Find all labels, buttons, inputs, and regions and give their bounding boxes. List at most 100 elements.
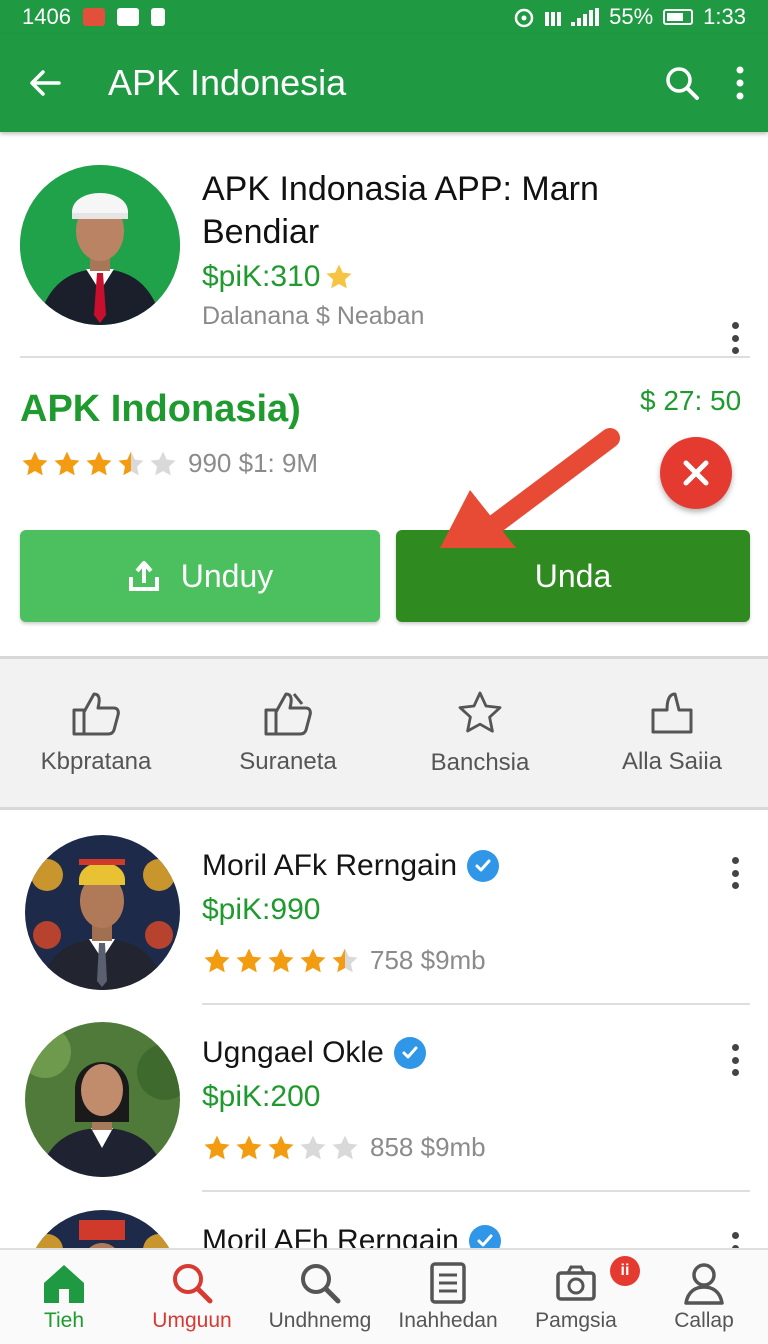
- action-label: Kbpratana: [40, 748, 152, 775]
- nav-pamgsia[interactable]: ii Pamgsia: [512, 1250, 640, 1344]
- action-suraneta[interactable]: Suraneta: [198, 690, 378, 776]
- list-item[interactable]: Ugngael Okle $piK:200 858 $9mb: [0, 1022, 768, 1210]
- rating-stars: [202, 1133, 360, 1163]
- star-empty-icon: [332, 1135, 358, 1159]
- action-kbpratana[interactable]: Kbpratana: [6, 690, 186, 776]
- nav-inahhedan[interactable]: Inahhedan: [384, 1250, 512, 1344]
- back-button[interactable]: [0, 34, 90, 132]
- action-alla-saiia[interactable]: Alla Saiia: [582, 690, 762, 776]
- action-label: Banchsia: [430, 749, 530, 776]
- star-filled-icon: [268, 948, 294, 972]
- search-icon[interactable]: [664, 65, 700, 101]
- star-filled-icon: [300, 948, 326, 972]
- nav-label: Pamgsia: [535, 1309, 617, 1332]
- close-button[interactable]: [660, 437, 732, 509]
- nav-label: Inahhedan: [398, 1309, 498, 1332]
- rating-stars: [202, 946, 360, 976]
- status-left-text: 1406: [22, 4, 71, 29]
- more-vert-icon[interactable]: [720, 853, 750, 893]
- person-icon: [684, 1263, 724, 1305]
- camera-icon: [556, 1265, 596, 1301]
- avatar: [25, 1022, 180, 1177]
- item-name-text: Ugngael Okle: [202, 1036, 384, 1069]
- bottom-nav: Tieh Umguun Undhnemg Inahhedan ii Pamgsi…: [0, 1248, 768, 1344]
- nav-umguun[interactable]: Umguun: [128, 1250, 256, 1344]
- list-item[interactable]: Moril AFk Rerngain $piK:990 758 $9mb: [0, 835, 768, 1023]
- avatar: [20, 165, 180, 325]
- action-label: Suraneta: [239, 748, 337, 775]
- alarm-icon: [514, 8, 534, 28]
- search-icon: [173, 1264, 213, 1304]
- app-bar: APK Indonesia: [0, 34, 768, 132]
- close-icon: [683, 460, 709, 486]
- download-button[interactable]: Unduy: [20, 530, 380, 622]
- item-name: Moril AFk Rerngain: [202, 849, 500, 883]
- app-bar-title: APK Indonesia: [108, 62, 347, 103]
- nav-callap[interactable]: Callap: [640, 1250, 768, 1344]
- more-vert-icon[interactable]: [720, 318, 750, 358]
- item-name-text: Moril AFk Rerngain: [202, 849, 458, 882]
- verified-icon: [393, 1037, 426, 1069]
- notification-badge: ii: [610, 1256, 640, 1286]
- star-filled-icon: [54, 451, 80, 475]
- header-app-card[interactable]: APK Indonasia APP: Marn Bendiar $piK:310…: [0, 140, 768, 360]
- battery-icon: [663, 9, 694, 25]
- item-name: Ugngael Okle: [202, 1036, 426, 1070]
- item-meta: 858 $9mb: [370, 1132, 486, 1162]
- main-app-rating: 990 $1: 9M: [20, 448, 318, 479]
- price-text: $piK:310: [202, 260, 321, 293]
- more-vert-icon[interactable]: [720, 1040, 750, 1080]
- arrow-left-icon: [30, 70, 61, 96]
- nav-label: Undhnemg: [268, 1309, 372, 1332]
- status-bar: 1406 55% 1:33: [0, 0, 768, 34]
- notification-icon: [150, 8, 165, 26]
- person-portrait: [25, 1022, 180, 1177]
- divider: [202, 1190, 750, 1192]
- action-strip: Kbpratana Suraneta Banchsia Alla Saiia: [0, 656, 768, 810]
- star-filled-icon: [268, 1135, 294, 1159]
- app-price: $piK:310: [202, 260, 354, 294]
- divider: [20, 356, 750, 358]
- person-portrait: [20, 165, 180, 325]
- clock: 1:33: [703, 4, 746, 29]
- like-box-icon: [651, 692, 693, 734]
- nav-label: Callap: [674, 1309, 734, 1332]
- star-empty-icon: [150, 451, 176, 475]
- document-icon: [430, 1262, 466, 1304]
- star-filled-icon: [236, 1135, 262, 1159]
- battery-percent: 55%: [609, 4, 654, 29]
- open-button-label: Unda: [534, 557, 612, 594]
- nav-undhnemg[interactable]: Undhnemg: [256, 1250, 384, 1344]
- main-app-title: APK Indonasia): [20, 388, 301, 430]
- star-filled-icon: [204, 948, 230, 972]
- download-icon: [128, 561, 159, 591]
- screen: 1406 55% 1:33 APK Indonesia APK Indonasi…: [0, 0, 768, 1344]
- rating-stars: [20, 449, 178, 479]
- star-icon: [326, 264, 352, 289]
- action-label: Alla Saiia: [621, 748, 723, 775]
- app-name: APK Indonasia APP: Marn Bendiar: [202, 170, 599, 251]
- thumbs-up-double-icon: [264, 692, 312, 736]
- vibrate-icon: [545, 8, 562, 26]
- star-filled-icon: [86, 451, 112, 475]
- notification-icon: [116, 8, 139, 26]
- home-icon: [44, 1265, 84, 1303]
- star-half-icon: [332, 948, 358, 972]
- star-filled-icon: [204, 1135, 230, 1159]
- app-subtitle: Dalanana $ Neaban: [202, 302, 425, 330]
- nav-label: Umguun: [152, 1309, 232, 1332]
- more-vert-icon[interactable]: [734, 65, 746, 101]
- nav-tieh[interactable]: Tieh: [0, 1250, 128, 1344]
- pointer-arrow-icon: [440, 428, 620, 548]
- search-icon: [301, 1264, 341, 1304]
- star-half-icon: [118, 451, 144, 475]
- notification-icon: [82, 8, 105, 26]
- item-rating: 858 $9mb: [202, 1132, 486, 1163]
- action-banchsia[interactable]: Banchsia: [390, 689, 570, 777]
- item-price: $piK:200: [202, 1080, 321, 1113]
- nav-label: Tieh: [43, 1309, 85, 1332]
- avatar: [25, 835, 180, 990]
- verified-icon: [467, 850, 500, 882]
- star-empty-icon: [300, 1135, 326, 1159]
- divider: [202, 1003, 750, 1005]
